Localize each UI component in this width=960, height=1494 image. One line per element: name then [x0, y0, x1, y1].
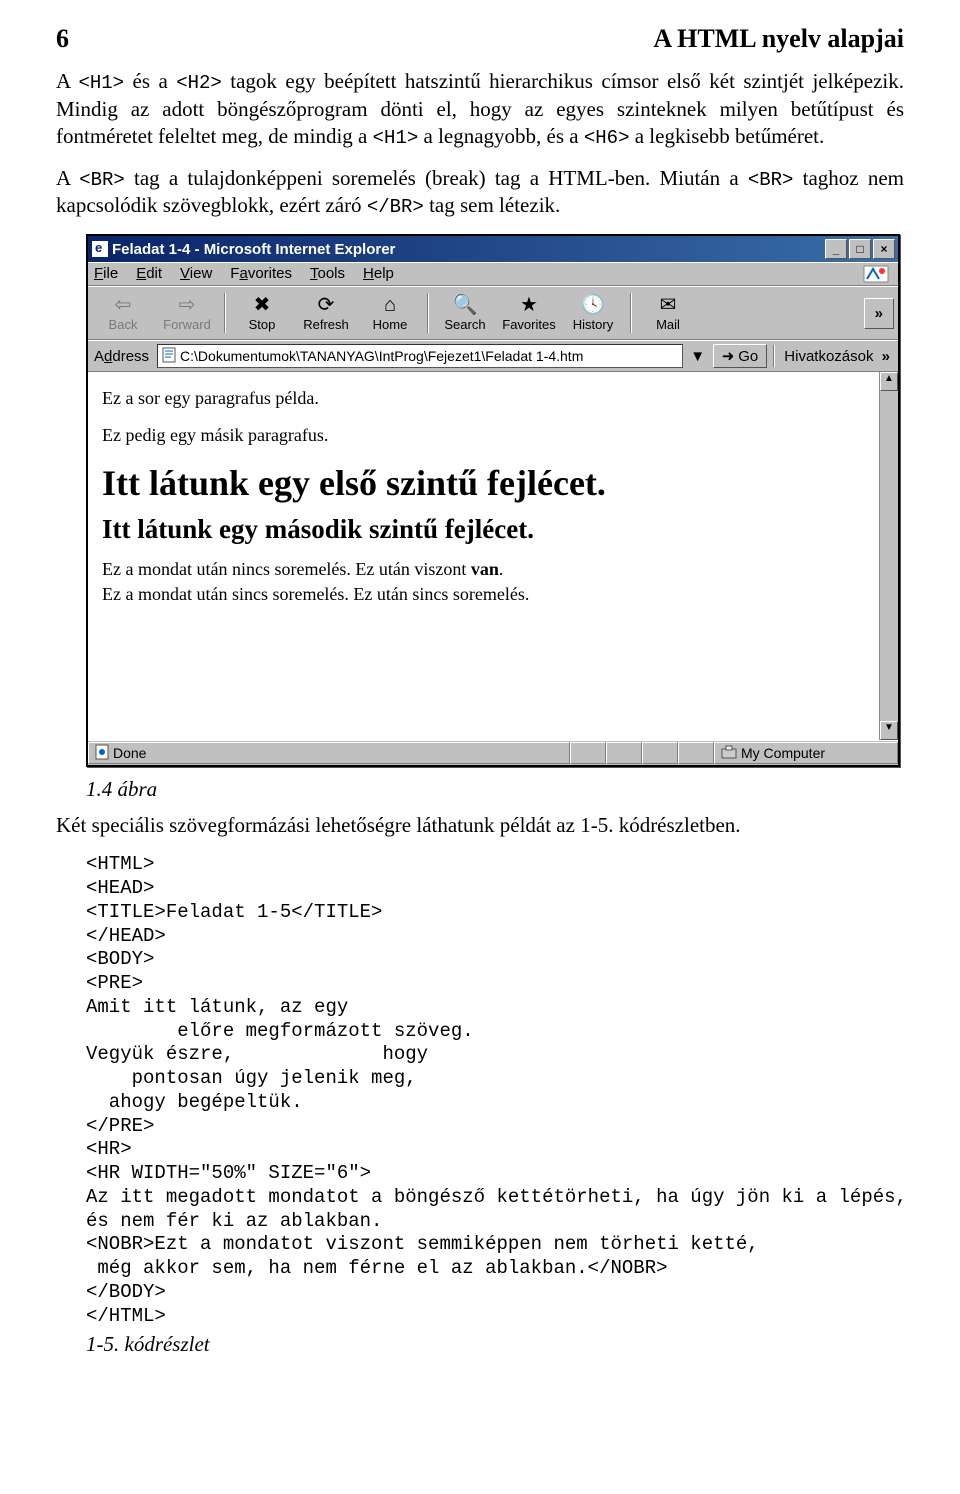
- history-icon: 🕓: [581, 295, 606, 315]
- page-title: A HTML nyelv alapjai: [653, 24, 904, 54]
- menu-file[interactable]: FFileile: [94, 265, 118, 283]
- status-text: Done: [113, 745, 146, 761]
- go-button[interactable]: ➜ Go: [713, 344, 768, 368]
- menu-help[interactable]: Help: [363, 265, 394, 283]
- back-button[interactable]: ⇦ Back: [92, 289, 154, 337]
- minimize-button[interactable]: _: [825, 239, 847, 259]
- address-dropdown-button[interactable]: ▼: [689, 348, 707, 365]
- code-listing: <HTML> <HEAD> <TITLE>Feladat 1-5</TITLE>…: [86, 853, 904, 1328]
- window-title-text: Feladat 1-4 - Microsoft Internet Explore…: [112, 241, 395, 258]
- toolbar: ⇦ Back ⇨ Forward ✖ Stop ⟳ Refresh ⌂ Home: [88, 286, 898, 340]
- ie-logo-icon: [860, 265, 892, 283]
- content-line-1: Ez a mondat után nincs soremelés. Ez utá…: [102, 559, 884, 580]
- status-spacer: [678, 742, 714, 764]
- status-spacer: [642, 742, 678, 764]
- content-p1: Ez a sor egy paragrafus példa.: [102, 388, 884, 409]
- history-button[interactable]: 🕓 History: [562, 289, 624, 337]
- menu-favorites[interactable]: Favorites: [230, 265, 292, 283]
- scroll-down-button[interactable]: ▼: [880, 721, 898, 740]
- search-button[interactable]: 🔍 Search: [434, 289, 496, 337]
- search-icon: 🔍: [453, 295, 478, 315]
- mail-button[interactable]: ✉ Mail: [637, 289, 699, 337]
- refresh-icon: ⟳: [318, 295, 335, 315]
- content-h1: Itt látunk egy első szintű fejlécet.: [102, 462, 884, 504]
- toolbar-separator: [630, 293, 631, 333]
- paragraph-1: A <H1> és a <H2> tagok egy beépített hat…: [56, 68, 904, 151]
- paragraph-3: Két speciális szövegformázási lehetőségr…: [56, 812, 904, 839]
- mail-icon: ✉: [660, 295, 677, 315]
- refresh-button[interactable]: ⟳ Refresh: [295, 289, 357, 337]
- menu-tools[interactable]: Tools: [310, 265, 345, 283]
- forward-button[interactable]: ⇨ Forward: [156, 289, 218, 337]
- page-number: 6: [56, 24, 69, 54]
- favorites-button[interactable]: ★ Favorites: [498, 289, 560, 337]
- back-arrow-icon: ⇦: [115, 295, 132, 315]
- maximize-button[interactable]: □: [849, 239, 871, 259]
- menu-bar: FFileile Edit View Favorites Tools Help: [88, 262, 898, 286]
- close-button[interactable]: ×: [873, 239, 895, 259]
- status-bar: Done My Computer: [88, 740, 898, 765]
- home-button[interactable]: ⌂ Home: [359, 289, 421, 337]
- address-input[interactable]: C:\Dokumentumok\TANANYAG\IntProg\Fejezet…: [157, 344, 683, 368]
- content-p2: Ez pedig egy másik paragrafus.: [102, 425, 884, 446]
- stop-icon: ✖: [254, 295, 271, 315]
- toolbar-separator: [224, 293, 225, 333]
- vertical-scrollbar[interactable]: ▲ ▼: [879, 372, 898, 740]
- menu-view[interactable]: View: [180, 265, 212, 283]
- go-icon: ➜: [722, 347, 735, 365]
- toolbar-overflow-button[interactable]: »: [864, 298, 894, 329]
- zone-icon: [721, 745, 737, 762]
- address-separator: [773, 345, 774, 367]
- address-label: Address: [92, 348, 151, 365]
- page-status-icon: [95, 744, 109, 763]
- content-h2: Itt látunk egy második szintű fejlécet.: [102, 514, 884, 545]
- code-caption: 1-5. kódrészlet: [86, 1332, 904, 1357]
- toolbar-separator: [427, 293, 428, 333]
- paragraph-2: A <BR> tag a tulajdonképpeni soremelés (…: [56, 165, 904, 220]
- favorites-icon: ★: [520, 295, 538, 315]
- address-bar: Address C:\Dokumentumok\TANANYAG\IntProg…: [88, 340, 898, 372]
- forward-arrow-icon: ⇨: [179, 295, 196, 315]
- status-spacer: [606, 742, 642, 764]
- home-icon: ⌂: [384, 295, 396, 315]
- stop-button[interactable]: ✖ Stop: [231, 289, 293, 337]
- zone-text: My Computer: [741, 745, 825, 761]
- figure-caption: 1.4 ábra: [86, 777, 904, 802]
- page-icon: [162, 347, 176, 366]
- ie-icon: [92, 241, 108, 257]
- menu-edit[interactable]: Edit: [136, 265, 162, 283]
- window-titlebar[interactable]: Feladat 1-4 - Microsoft Internet Explore…: [88, 236, 898, 262]
- links-button[interactable]: Hivatkozások »: [780, 346, 894, 367]
- content-line-2: Ez a mondat után sincs soremelés. Ez utá…: [102, 584, 884, 605]
- status-spacer: [570, 742, 606, 764]
- browser-viewport: Ez a sor egy paragrafus példa. Ez pedig …: [88, 372, 898, 740]
- address-value: C:\Dokumentumok\TANANYAG\IntProg\Fejezet…: [180, 348, 583, 364]
- scroll-up-button[interactable]: ▲: [880, 372, 898, 391]
- browser-window: Feladat 1-4 - Microsoft Internet Explore…: [86, 234, 900, 767]
